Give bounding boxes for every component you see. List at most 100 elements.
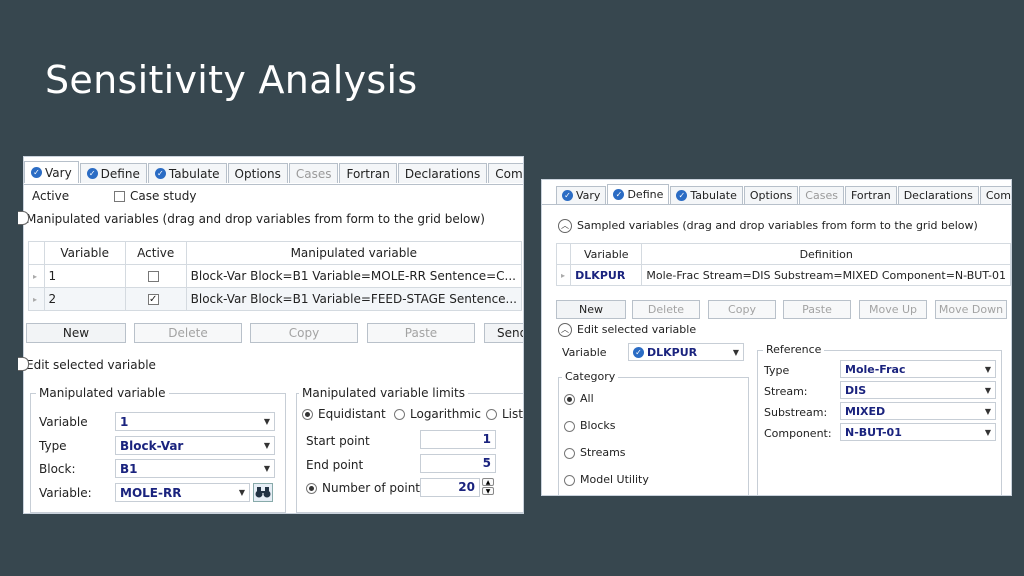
ref-stream-dropdown[interactable]: DIS ▼ [840,381,996,399]
sampled-grid: Variable Definition ▸ DLKPUR Mole-Frac S… [555,243,1011,286]
chevron-up-icon[interactable]: ︿ [558,219,572,233]
category-all-radio[interactable]: All [564,392,594,405]
edit-selected-section[interactable]: Edit selected variable [26,358,156,372]
npoints-radio-dot[interactable] [306,483,317,494]
all-radio-dot[interactable] [564,393,575,405]
logarithmic-radio-dot[interactable] [394,409,405,420]
copy-button[interactable]: Copy [708,300,776,319]
tab-cases[interactable]: Cases [288,163,339,183]
send-button[interactable]: Send [484,323,523,343]
category-blocks-radio[interactable]: Blocks [564,419,615,432]
binoculars-icon[interactable] [253,483,273,502]
tab-declarations[interactable]: Declarations [897,186,979,204]
table-row[interactable]: ▸ 1 Block-Var Block=B1 Variable=MOLE-RR … [28,264,523,288]
case-study-box[interactable] [114,191,125,202]
logarithmic-radio[interactable]: Logarithmic [394,407,481,421]
new-button[interactable]: New [26,323,126,343]
category-model-utility-radio[interactable]: Model Utility [564,473,649,486]
manipulated-variables-section[interactable]: Manipulated variables (drag and drop var… [26,212,485,226]
variable-value: 1 [120,414,129,429]
sampled-variables-section[interactable]: ︿ Sampled variables (drag and drop variab… [558,219,978,233]
npoints-input[interactable]: 20 [420,478,480,497]
paste-button[interactable]: Paste [367,323,475,343]
row-handle[interactable]: ▸ [28,287,45,311]
ref-component-dropdown[interactable]: N-BUT-01 ▼ [840,423,996,441]
col-variable: Variable [570,243,643,265]
delete-button[interactable]: Delete [632,300,700,319]
tab-label: Define [627,188,664,201]
variable-dropdown[interactable]: 1 ▼ [115,412,275,431]
tab-vary[interactable]: ✓ Vary [24,161,79,183]
tab-define[interactable]: ✓ Define [607,184,670,204]
npoints-stepper[interactable]: ▲ ▼ [482,478,494,496]
chevron-down-icon: ▼ [984,365,991,374]
edit-collapse-icon[interactable] [18,357,29,371]
ref-substream-dropdown[interactable]: MIXED ▼ [840,402,996,420]
edit-selected-section[interactable]: ︿ Edit selected variable [558,323,696,337]
row-handle[interactable]: ▸ [555,264,572,286]
limits-group-label: Manipulated variable limits [299,386,468,400]
row-active-checkbox[interactable] [124,264,187,288]
list-radio[interactable]: List [486,407,523,421]
spin-down-icon[interactable]: ▼ [482,487,494,495]
tab-fortran[interactable]: Fortran [844,186,897,204]
block-label: Block: [39,462,76,476]
npoints-radio[interactable]: Number of points [306,481,426,495]
tab-label: Declarations [404,166,481,181]
spin-up-icon[interactable]: ▲ [482,478,494,486]
grid-header: Variable Definition [555,243,1011,265]
tab-options[interactable]: Options [227,163,288,183]
row-variable: 1 [43,264,126,288]
manip-collapse-icon[interactable] [18,211,29,225]
variable-dropdown[interactable]: ✓ DLKPUR ▼ [628,343,744,361]
delete-button[interactable]: Delete [134,323,242,343]
tab-tabulate[interactable]: ✓ Tabulate [147,163,227,183]
tab-options[interactable]: Options [743,186,799,204]
equidistant-radio[interactable]: Equidistant [302,407,386,421]
paste-button[interactable]: Paste [783,300,851,319]
tab-define[interactable]: ✓ Define [79,163,147,183]
copy-button[interactable]: Copy [250,323,358,343]
category-streams-radio[interactable]: Streams [564,446,626,459]
equidistant-radio-dot[interactable] [302,409,313,420]
move-up-button[interactable]: Move Up [859,300,927,319]
table-row[interactable]: ▸ DLKPUR Mole-Frac Stream=DIS Substream=… [555,264,1011,286]
tab-vary[interactable]: ✓ Vary [556,186,607,204]
tab-comments[interactable]: Comments [979,186,1011,204]
active-checkbox-box[interactable] [147,271,159,282]
active-label: Active [32,189,70,203]
case-study-checkbox[interactable]: Case study [114,189,196,203]
row-handle[interactable]: ▸ [28,264,45,288]
row-active-checkbox[interactable]: ✓ [124,287,187,311]
tab-cases[interactable]: Cases [799,186,844,204]
table-row[interactable]: ▸ 2 ✓ Block-Var Block=B1 Variable=FEED-S… [28,287,523,311]
variable-label: Variable [39,415,88,429]
ref-type-value: Mole-Frac [845,362,906,376]
row-definition: Block-Var Block=B1 Variable=FEED-STAGE S… [185,287,523,311]
equidistant-label: Equidistant [318,407,386,421]
category-blocks-label: Blocks [580,419,616,432]
tab-declarations[interactable]: Declarations [397,163,488,183]
ref-type-dropdown[interactable]: Mole-Frac ▼ [840,360,996,378]
blocks-radio-dot[interactable] [564,420,575,432]
end-point-label: End point [306,458,364,472]
start-point-input[interactable]: 1 [420,430,496,449]
move-down-button[interactable]: Move Down [935,300,1007,319]
type-dropdown[interactable]: Block-Var ▼ [115,436,275,455]
chevron-up-icon[interactable]: ︿ [558,323,572,337]
tab-fortran[interactable]: Fortran [339,163,397,183]
end-point-input[interactable]: 5 [420,454,496,473]
ref-stream-value: DIS [845,383,867,397]
streams-radio-dot[interactable] [564,447,575,459]
variable2-dropdown[interactable]: MOLE-RR ▼ [115,483,250,502]
manipulated-variable-group-label: Manipulated variable [36,386,169,400]
list-radio-dot[interactable] [486,409,497,420]
category-streams-label: Streams [580,446,626,459]
new-button[interactable]: New [556,300,626,319]
active-checkbox-box[interactable]: ✓ [147,294,159,305]
tab-tabulate[interactable]: ✓ Tabulate [670,186,743,204]
block-dropdown[interactable]: B1 ▼ [115,459,275,478]
tab-comments[interactable]: Comments [488,163,523,183]
model-utility-radio-dot[interactable] [564,474,575,486]
sampled-variables-label: Sampled variables (drag and drop variabl… [577,219,978,232]
